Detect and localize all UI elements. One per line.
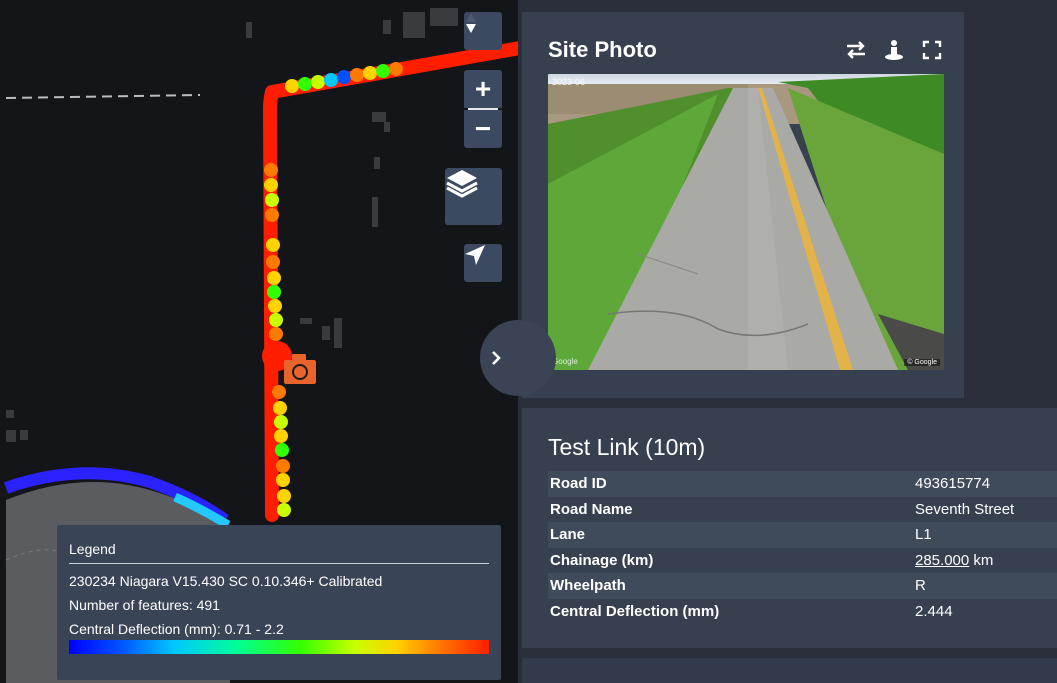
table-row: Wheelpath R bbox=[548, 573, 1057, 599]
property-label: Chainage (km) bbox=[550, 551, 654, 569]
legend-color-ramp bbox=[69, 640, 489, 654]
site-photo-card: Site Photo 2023-06 Google © Google bbox=[522, 12, 964, 398]
site-photo-image[interactable]: 2023-06 Google © Google bbox=[548, 74, 944, 370]
table-row: Road ID 493615774 bbox=[548, 471, 1057, 497]
link-info-card: Test Link (10m) Road ID 493615774 Road N… bbox=[522, 408, 1057, 648]
legend-range: Central Deflection (mm): 0.71 - 2.2 bbox=[69, 621, 284, 637]
property-value: Seventh Street bbox=[915, 500, 1015, 518]
layers-icon bbox=[446, 170, 478, 198]
legend-divider bbox=[69, 563, 489, 564]
swap-icon bbox=[847, 41, 865, 59]
navigation-arrow-icon bbox=[465, 245, 485, 265]
camera-marker[interactable] bbox=[282, 352, 318, 384]
property-label: Central Deflection (mm) bbox=[550, 602, 720, 620]
property-label: Wheelpath bbox=[548, 573, 913, 599]
property-value-cell: 285.000 km bbox=[913, 548, 1057, 574]
locate-button[interactable] bbox=[464, 244, 502, 282]
fullscreen-button[interactable] bbox=[920, 38, 944, 62]
next-card bbox=[522, 658, 1057, 683]
property-value: 493615774 bbox=[913, 471, 1057, 497]
zoom-out-label: − bbox=[474, 113, 492, 144]
fullscreen-icon bbox=[922, 40, 942, 60]
legend-dataset: 230234 Niagara V15.430 SC 0.10.346+ Cali… bbox=[69, 573, 383, 589]
chevron-right-icon bbox=[492, 351, 501, 365]
layers-button[interactable] bbox=[445, 168, 502, 225]
property-label: Road Name bbox=[550, 500, 633, 518]
table-row: Road Name Seventh Street bbox=[548, 497, 1057, 523]
link-info-title: Test Link (10m) bbox=[548, 434, 706, 460]
photo-watermark: © Google bbox=[904, 359, 940, 366]
map-legend: Legend 230234 Niagara V15.430 SC 0.10.34… bbox=[57, 525, 501, 680]
legend-feature-count: Number of features: 491 bbox=[69, 597, 220, 613]
camera-icon bbox=[284, 354, 316, 384]
pegman-icon bbox=[885, 40, 903, 60]
table-row: Central Deflection (mm) 2.444 bbox=[548, 599, 1057, 625]
property-value: 2.444 bbox=[915, 602, 953, 620]
details-panel: Site Photo 2023-06 Google © Google Test … bbox=[518, 0, 1057, 683]
table-row: Lane L1 bbox=[548, 522, 1057, 548]
photo-toolbar bbox=[844, 38, 944, 62]
property-value: L1 bbox=[913, 522, 1057, 548]
property-label: Road ID bbox=[548, 471, 913, 497]
property-value: R bbox=[913, 573, 1057, 599]
collapse-panel-button[interactable] bbox=[480, 320, 556, 396]
zoom-in-label: + bbox=[474, 73, 492, 104]
road-photo-illustration bbox=[548, 74, 944, 370]
table-row: Chainage (km) 285.000 km bbox=[548, 548, 1057, 574]
street-view-button[interactable] bbox=[882, 38, 906, 62]
site-photo-title: Site Photo bbox=[548, 37, 657, 62]
zoom-out-button[interactable]: − bbox=[464, 110, 502, 148]
properties-table: Road ID 493615774 Road Name Seventh Stre… bbox=[548, 471, 1057, 624]
compass-button[interactable] bbox=[464, 12, 502, 50]
property-label: Lane bbox=[548, 522, 913, 548]
app-root: + − Site Photo 2023-06 Google © Google T… bbox=[0, 0, 1057, 683]
legend-title: Legend bbox=[69, 541, 116, 557]
swap-button[interactable] bbox=[844, 38, 868, 62]
chainage-unit: km bbox=[969, 551, 994, 569]
photo-date: 2023-06 bbox=[552, 77, 586, 87]
north-arrow-icon bbox=[466, 13, 476, 33]
zoom-in-button[interactable]: + bbox=[464, 70, 502, 108]
chainage-link[interactable]: 285.000 bbox=[915, 552, 969, 569]
